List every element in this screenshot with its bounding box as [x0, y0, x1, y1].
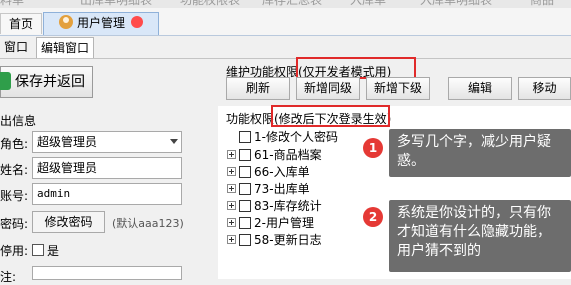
note-field[interactable]: [32, 266, 182, 280]
expand-icon[interactable]: [227, 235, 236, 244]
refresh-button[interactable]: 刷新: [226, 77, 290, 100]
expand-icon[interactable]: [227, 167, 236, 176]
annotation-badge: 1: [363, 138, 383, 158]
button-label: 新增同级: [303, 81, 352, 95]
move-button[interactable]: 移动: [518, 77, 571, 100]
users-icon: [58, 15, 73, 29]
tree-item[interactable]: 1-修改个人密码: [227, 129, 338, 145]
button-label: 新增下级: [373, 81, 422, 95]
expand-icon[interactable]: [227, 184, 236, 193]
tree-item-label: 83-库存统计: [254, 199, 322, 213]
account-value: admin: [37, 187, 71, 200]
tree-item[interactable]: 61-商品档案: [227, 147, 322, 163]
name-value: 超级管理员: [37, 161, 98, 175]
ghost-tab: 料单: [0, 0, 25, 7]
tree-item[interactable]: 66-入库单: [227, 164, 310, 180]
annotation-callout: 系统是你设计的，只有你才知道有什么隐藏功能，用户猜不到的: [389, 200, 571, 272]
disabled-checkbox[interactable]: [32, 244, 44, 256]
expand-icon[interactable]: [227, 201, 236, 210]
note-label: 注:: [0, 270, 17, 284]
edit-button[interactable]: 编辑: [448, 77, 512, 100]
tree-checkbox[interactable]: [239, 200, 251, 212]
tree-checkbox[interactable]: [239, 234, 251, 246]
button-label: 编辑: [467, 81, 492, 95]
name-label: 姓名:: [0, 163, 29, 177]
tree-checkbox[interactable]: [239, 149, 251, 161]
account-label: 账号:: [0, 189, 29, 203]
tree-item-label: 61-商品档案: [254, 148, 322, 162]
change-password-label: 修改密码: [44, 215, 93, 229]
disabled-option-label: 是: [47, 244, 60, 258]
tree-item-label: 58-更新日志: [254, 233, 322, 247]
save-icon: [0, 72, 11, 90]
tree-item-label: 1-修改个人密码: [254, 130, 338, 144]
subtab-window[interactable]: 窗口: [0, 37, 32, 58]
subtab-label: 窗口: [4, 40, 29, 54]
tree-checkbox[interactable]: [239, 166, 251, 178]
save-button-label: 保存并返回: [15, 74, 85, 90]
expand-icon[interactable]: [227, 150, 236, 159]
tab-label: 用户管理: [76, 16, 125, 30]
tree-item-label: 73-出库单: [254, 182, 310, 196]
ghost-tab: 出库单明细表: [80, 0, 153, 7]
annotation-badge: 2: [363, 207, 383, 227]
role-value: 超级管理员: [37, 135, 98, 149]
ghost-tab: 入库单: [350, 0, 387, 7]
save-and-return-button[interactable]: 保存并返回: [0, 66, 93, 98]
annotation-text: 多写几个字，减少用户疑惑。: [397, 134, 551, 169]
expand-icon[interactable]: [227, 218, 236, 227]
tree-item[interactable]: 83-库存统计: [227, 198, 322, 214]
annotation-callout: 多写几个字，减少用户疑惑。: [389, 129, 571, 177]
tab-home[interactable]: 首页: [0, 13, 42, 34]
main-tab-bar: 首页 用户管理: [0, 8, 571, 36]
tab-label: 首页: [8, 17, 33, 31]
change-password-button[interactable]: 修改密码: [32, 211, 105, 233]
highlight-box-permissions: [271, 105, 390, 127]
add-child-button[interactable]: 新增下级: [366, 77, 430, 100]
tree-item[interactable]: 2-用户管理: [227, 215, 314, 231]
tree-item-label: 2-用户管理: [254, 216, 314, 230]
disabled-label: 停用:: [0, 244, 29, 258]
role-select[interactable]: 超级管理员: [32, 131, 182, 153]
button-label: 移动: [532, 81, 557, 95]
password-label: 密码:: [0, 217, 29, 231]
account-field[interactable]: admin: [32, 183, 182, 205]
tree-checkbox[interactable]: [239, 131, 251, 143]
button-label: 刷新: [245, 81, 270, 95]
tree-item[interactable]: 58-更新日志: [227, 232, 322, 248]
ghost-tab: 商品: [530, 0, 555, 7]
add-sibling-button[interactable]: 新增同级: [296, 77, 360, 100]
password-hint: (默认aaa123): [112, 217, 184, 230]
sub-tab-bar: 窗口 编辑窗口: [0, 36, 571, 59]
tree-checkbox[interactable]: [239, 217, 251, 229]
tab-user-management[interactable]: 用户管理: [43, 12, 159, 35]
close-icon[interactable]: [131, 16, 143, 28]
tree-item-label: 66-入库单: [254, 165, 310, 179]
annotation-text: 系统是你设计的，只有你才知道有什么隐藏功能，用户猜不到的: [397, 205, 551, 259]
section-title: 出信息: [0, 114, 37, 128]
highlight-box-toolbar: [296, 57, 416, 79]
ghost-tab: 功能权限表: [180, 0, 241, 7]
role-label: 角色:: [0, 137, 29, 151]
ghost-tab: 库存汇总表: [262, 0, 323, 7]
subtab-edit-window[interactable]: 编辑窗口: [36, 37, 95, 58]
subtab-label: 编辑窗口: [41, 41, 90, 55]
name-field[interactable]: 超级管理员: [32, 157, 182, 179]
tree-checkbox[interactable]: [239, 183, 251, 195]
tree-item[interactable]: 73-出库单: [227, 181, 310, 197]
chevron-down-icon: [170, 139, 178, 144]
ghost-tab: 入库单明细表: [420, 0, 493, 7]
